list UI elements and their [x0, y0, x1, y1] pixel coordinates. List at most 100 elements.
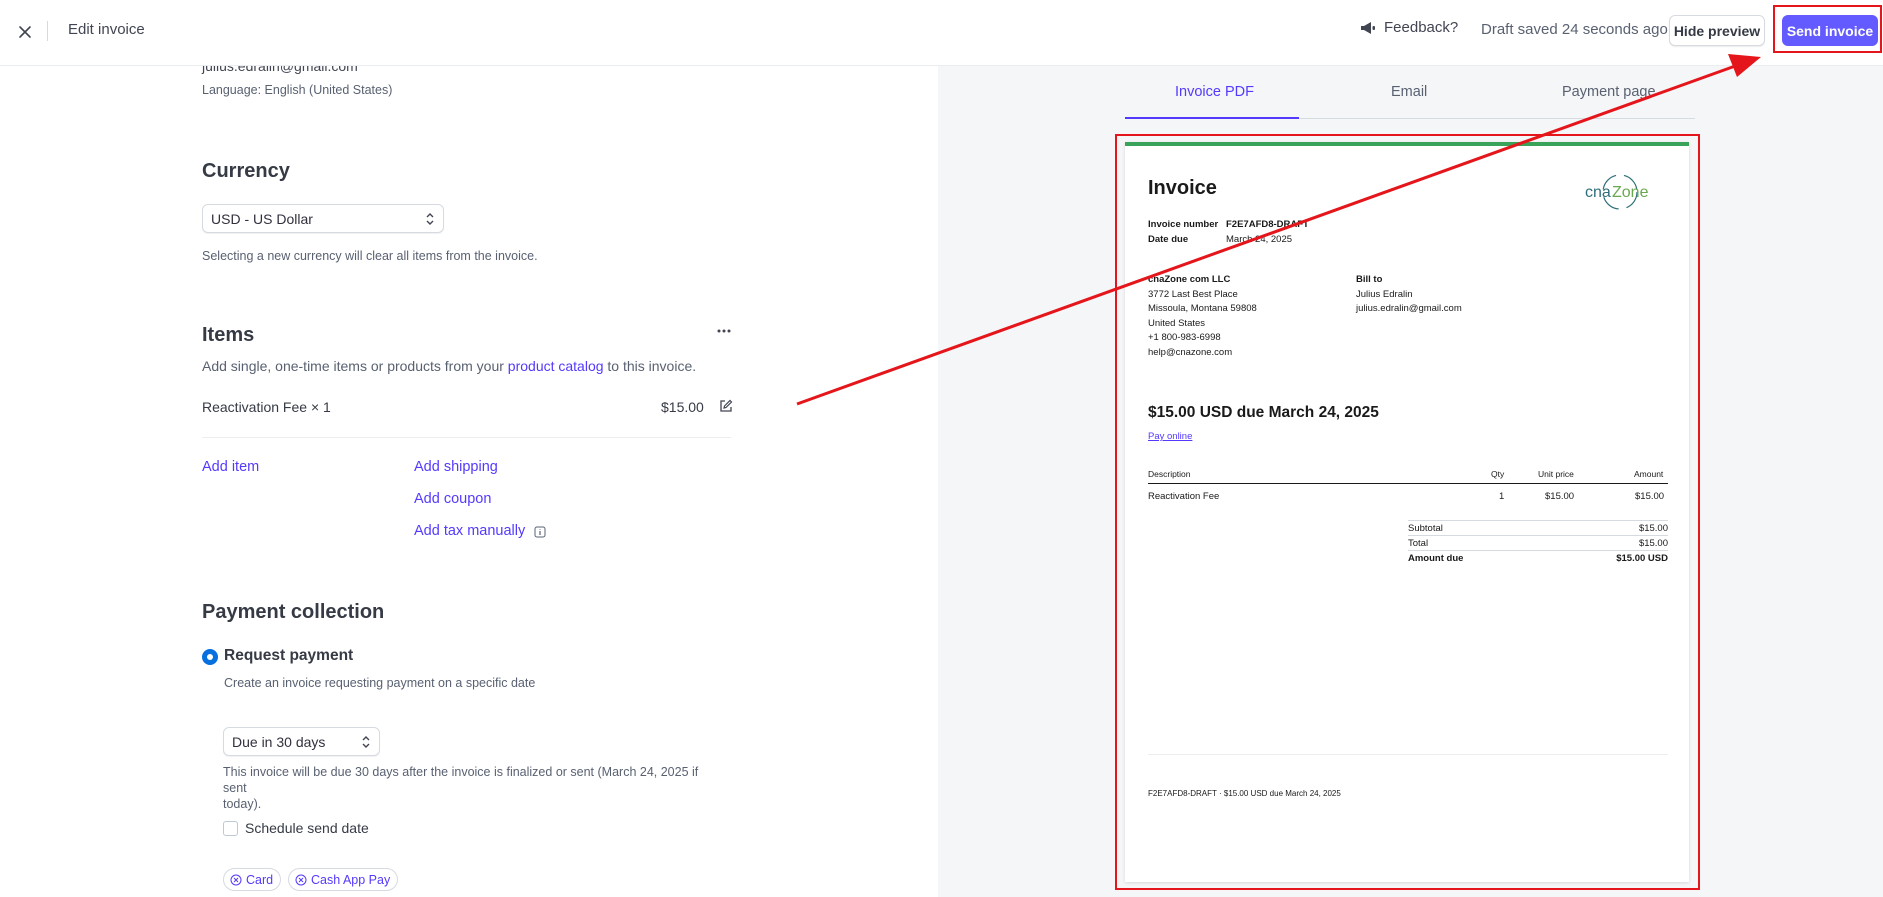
due-date-selected: Due in 30 days: [232, 733, 326, 750]
payment-collection-title: Payment collection: [202, 601, 385, 623]
active-tab-indicator: [1125, 117, 1299, 119]
invoice-document: Invoice cna Zone Invoice number F2E7AFD8…: [1125, 142, 1689, 882]
invoice-heading: Invoice: [1148, 177, 1217, 199]
payment-method-chip-cash-app[interactable]: Cash App Pay: [288, 868, 399, 891]
items-title: Items: [202, 324, 255, 346]
top-bar: Edit invoice Feedback? Draft saved 24 se…: [0, 0, 1883, 66]
summary-divider: [1408, 535, 1668, 536]
remove-icon: [295, 874, 307, 885]
date-due: March 24, 2025: [1226, 234, 1293, 245]
item-divider: [202, 437, 731, 438]
bill-to-label: Bill to: [1356, 274, 1383, 285]
megaphone-icon: [1361, 21, 1375, 34]
subtotal-label: Subtotal: [1408, 523, 1443, 534]
customer-email: julius.edralin@gmail.com: [202, 66, 358, 74]
summary-divider: [1408, 550, 1668, 551]
invoice-number: F2E7AFD8-DRAFT: [1226, 219, 1309, 230]
items-desc-prefix: Add single, one-time items or products f…: [202, 358, 508, 374]
bill-to-email: julius.edralin@gmail.com: [1356, 303, 1462, 314]
cnazone-logo: cna Zone: [1585, 174, 1649, 210]
add-shipping-link[interactable]: Add shipping: [414, 459, 498, 475]
invoice-number-label: Invoice number: [1148, 219, 1219, 230]
from-line2: Missoula, Montana 59808: [1148, 303, 1257, 314]
bill-to-address: Bill to Julius Edralin julius.edralin@gm…: [1356, 273, 1462, 317]
line-amount: $15.00: [1635, 491, 1665, 502]
from-name: cnaZone com LLC: [1148, 274, 1231, 285]
tab-invoice-pdf[interactable]: Invoice PDF: [1175, 84, 1254, 100]
tab-payment-page[interactable]: Payment page: [1562, 84, 1656, 100]
amount-due-value: $15.00 USD: [1616, 553, 1668, 564]
preview-panel: Invoice PDF Email Payment page Invoice c…: [938, 66, 1883, 897]
from-email: help@cnazone.com: [1148, 346, 1233, 358]
add-tax-link[interactable]: Add tax manually: [414, 523, 525, 539]
request-payment-label: Request payment: [224, 647, 354, 664]
radio-dot: [207, 654, 213, 660]
feedback-label: Feedback?: [1384, 19, 1459, 36]
product-catalog-link[interactable]: product catalog: [508, 358, 604, 374]
items-more-button[interactable]: [714, 323, 734, 339]
line-unit-price: $15.00: [1545, 491, 1575, 502]
due-hint-line1: This invoice will be due 30 days after t…: [223, 765, 699, 795]
currency-title: Currency: [202, 160, 290, 182]
items-desc-suffix: to this invoice.: [603, 358, 697, 374]
item-name: Reactivation Fee × 1: [202, 399, 331, 415]
add-coupon-link[interactable]: Add coupon: [414, 491, 491, 507]
chip-label: Card: [246, 872, 274, 887]
invoice-footer: F2E7AFD8-DRAFT · $15.00 USD due March 24…: [1148, 789, 1341, 798]
feedback-link[interactable]: Feedback?: [1360, 19, 1458, 36]
bill-to-name: Julius Edralin: [1356, 288, 1413, 300]
schedule-send-label: Schedule send date: [245, 820, 369, 836]
items-description: Add single, one-time items or products f…: [202, 358, 696, 374]
payment-method-chip-card[interactable]: Card: [223, 868, 282, 891]
total-value: $15.00: [1638, 538, 1668, 549]
more-horizontal-icon: [717, 329, 731, 333]
amount-due-headline: $15.00 USD due March 24, 2025: [1148, 404, 1379, 421]
customer-language: Language: English (United States): [202, 83, 393, 97]
close-icon: [19, 26, 31, 38]
request-payment-desc: Create an invoice requesting payment on …: [224, 676, 536, 690]
hide-preview-button[interactable]: Hide preview: [1669, 15, 1765, 46]
footer-divider: [1148, 754, 1668, 755]
invoice-top-bar: [1125, 142, 1689, 146]
svg-text:cna: cna: [1585, 184, 1611, 201]
item-price: $15.00: [661, 399, 704, 415]
line-description: Reactivation Fee: [1148, 491, 1220, 502]
remove-icon: [230, 874, 242, 885]
summary-divider: [1408, 520, 1668, 521]
amount-due-label: Amount due: [1408, 553, 1464, 564]
due-hint-line2: today).: [223, 797, 262, 811]
due-date-select[interactable]: Due in 30 days: [223, 727, 380, 756]
info-icon[interactable]: [534, 526, 546, 538]
from-address: cnaZone com LLC 3772 Last Best Place Mis…: [1148, 273, 1257, 360]
currency-select[interactable]: USD - US Dollar: [202, 204, 444, 233]
currency-hint: Selecting a new currency will clear all …: [202, 249, 538, 263]
col-description: Description: [1148, 469, 1191, 479]
due-date-hint: This invoice will be due 30 days after t…: [223, 764, 723, 812]
from-line3: United States: [1148, 317, 1206, 329]
tab-email[interactable]: Email: [1391, 84, 1427, 100]
page-title: Edit invoice: [68, 21, 145, 38]
date-due-label: Date due: [1148, 234, 1189, 245]
from-line1: 3772 Last Best Place: [1148, 288, 1238, 300]
add-item-link[interactable]: Add item: [202, 459, 259, 475]
header-divider: [47, 21, 48, 41]
currency-selected: USD - US Dollar: [211, 210, 313, 227]
close-button[interactable]: [12, 19, 38, 45]
col-qty: Qty: [1491, 469, 1505, 479]
send-invoice-button[interactable]: Send invoice: [1782, 15, 1878, 46]
edit-item-button[interactable]: [719, 399, 735, 415]
request-payment-radio[interactable]: [202, 649, 218, 665]
total-label: Total: [1408, 538, 1429, 549]
chevron-updown-icon: [426, 213, 434, 225]
subtotal-value: $15.00: [1638, 523, 1668, 534]
schedule-send-checkbox[interactable]: [223, 821, 238, 836]
from-phone: +1 800-983-6998: [1148, 332, 1221, 343]
svg-text:Zone: Zone: [1612, 184, 1649, 201]
line-qty: 1: [1499, 491, 1505, 502]
table-header-line: [1148, 483, 1668, 484]
chip-label: Cash App Pay: [311, 872, 391, 887]
pay-online-link[interactable]: Pay online: [1148, 431, 1192, 442]
draft-status: Draft saved 24 seconds ago: [1481, 21, 1668, 38]
col-amount: Amount: [1634, 469, 1664, 479]
col-unit-price: Unit price: [1538, 469, 1574, 479]
